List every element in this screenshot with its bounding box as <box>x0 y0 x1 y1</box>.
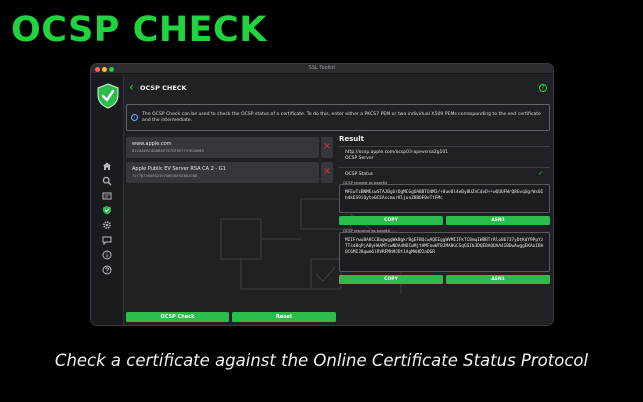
info-icon[interactable] <box>102 250 112 260</box>
app-window: SSL Toolkit ‹ OCSP CHECK ? i The OCSP Ch… <box>91 64 553 325</box>
ocsp-check-button[interactable]: OCSP Check <box>126 312 229 322</box>
ocsp-request-value: MFEwTzBNMEswSTAJBgUrDgMCGgUABBTO4M3/+8ue… <box>345 190 544 201</box>
asn1-request-button[interactable]: ASN1 <box>446 216 550 225</box>
title-bar: SSL Toolkit <box>91 64 553 74</box>
ocsp-url: http://ocsp.apple.com/ocsp03-apevsrsa2g1… <box>345 150 449 155</box>
copy-request-button[interactable]: COPY <box>339 216 443 225</box>
divider <box>339 167 550 168</box>
info-banner: i The OCSP Check can be used to check th… <box>126 104 550 131</box>
home-icon[interactable] <box>102 161 112 171</box>
page-title: OCSP CHECK <box>140 84 187 92</box>
promo-title: OCSP CHECK <box>11 10 267 50</box>
divider <box>339 146 550 147</box>
checkmark-icon: ✓ <box>538 170 544 177</box>
copy-response-button[interactable]: COPY <box>339 275 443 284</box>
info-text: The OCSP Check can be used to check the … <box>142 112 541 124</box>
ocsp-response-field[interactable]: MIIFrwoBAKCCBagwggWkBgkrBgEFBQcwAQEEggWV… <box>339 232 550 272</box>
close-icon: ✕ <box>323 142 331 152</box>
certificate-item[interactable]: Apple Public EV Server RSA CA 2 - G1 717… <box>126 162 319 183</box>
info-icon: i <box>131 114 138 121</box>
certificate-hash: B1C6AEAC4D8BAE7E7DF5E7797E08963 <box>132 149 204 153</box>
sidebar <box>91 75 124 325</box>
chat-icon[interactable] <box>102 235 112 246</box>
ocsp-response-value: MIIFrwoBAKCCBagwggWkBgkrBgEFBQcwAQEEggWV… <box>345 238 544 255</box>
chevron-left-icon[interactable]: ‹ <box>129 81 134 93</box>
remove-certificate-button[interactable]: ✕ <box>321 137 333 158</box>
ocsp-request-field[interactable]: MFEwTzBNMEswSTAJBgUrDgMCGgUABBTO4M3/+8ue… <box>339 184 550 213</box>
certificate-hash: 71778730083239758E0EF5E861068 <box>132 174 198 178</box>
window-title: SSL Toolkit <box>308 65 336 71</box>
promo-caption: Check a certificate against the Online C… <box>54 351 589 370</box>
help-icon[interactable]: ? <box>539 84 547 92</box>
search-icon[interactable] <box>102 176 112 186</box>
reset-button[interactable]: Reset <box>232 312 336 322</box>
certificate-name: Apple Public EV Server RSA CA 2 - G1 <box>132 166 226 172</box>
certificate-item[interactable]: www.apple.com B1C6AEAC4D8BAE7E7DF5E7797E… <box>126 137 319 158</box>
page-header: ‹ OCSP CHECK ? <box>125 75 553 101</box>
result-title: Result <box>339 135 365 143</box>
gear-icon[interactable] <box>102 220 112 230</box>
close-icon: ✕ <box>323 167 331 177</box>
certificate-icon[interactable] <box>102 191 112 201</box>
shield-check-icon <box>97 83 119 109</box>
ocsp-status-label: OCSP Status <box>345 172 374 177</box>
ocsp-server-label: OCSP Server <box>345 156 374 161</box>
shield-icon[interactable] <box>102 205 112 215</box>
remove-certificate-button[interactable]: ✕ <box>321 162 333 183</box>
certificate-name: www.apple.com <box>132 141 172 147</box>
asn1-response-button[interactable]: ASN1 <box>446 275 550 284</box>
help-icon[interactable] <box>102 265 112 275</box>
